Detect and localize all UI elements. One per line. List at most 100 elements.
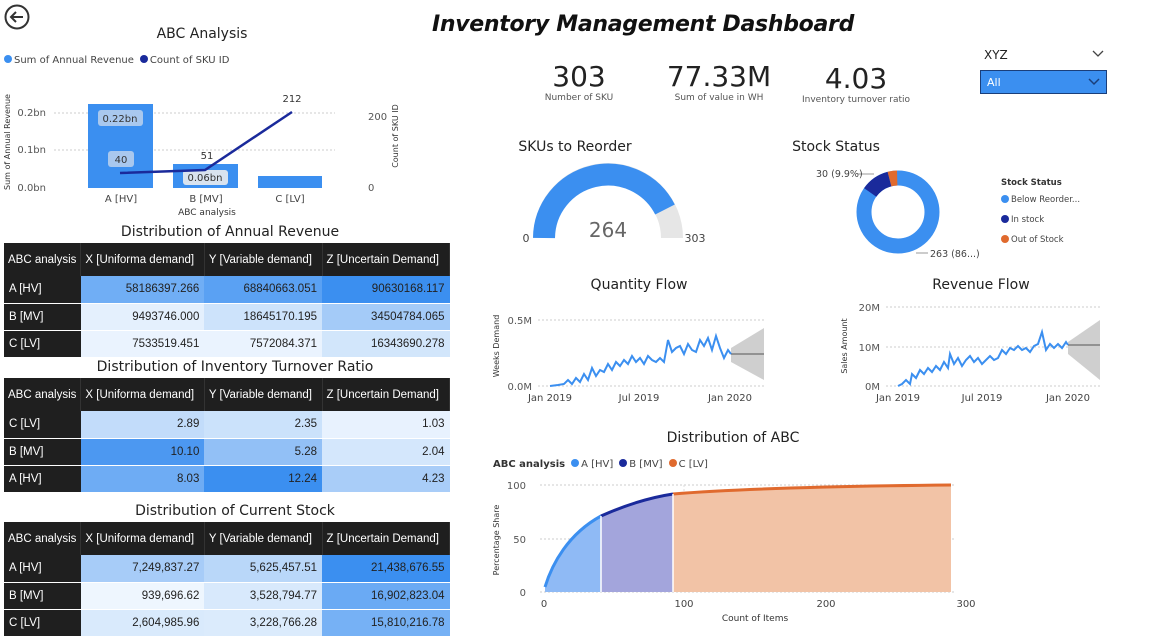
x-tick-label: A [HV]: [105, 194, 137, 205]
y-axis-label: Weeks Demand: [492, 315, 501, 378]
x-tick-label: Jul 2019: [618, 393, 660, 404]
revenue-table-title: Distribution of Annual Revenue: [120, 224, 340, 240]
column-header[interactable]: X [Uniforma demand]: [80, 243, 205, 276]
table-cell: 939,696.62: [80, 582, 205, 610]
x-tick-label: Jan 2019: [527, 393, 572, 404]
legend-dot: [571, 459, 580, 467]
table-row: B [MV] 10.10 5.28 2.04: [4, 438, 450, 466]
column-header[interactable]: ABC analysis: [4, 522, 82, 555]
table-cell: 7533519.451: [80, 330, 205, 358]
x-tick-label: 200: [816, 599, 835, 610]
table-cell: 15,810,216.78: [322, 609, 450, 637]
line-data-label: 51: [201, 151, 214, 162]
back-arrow-icon[interactable]: [4, 4, 30, 30]
table-row: C [LV] 2,604,985.96 3,228,766.28 15,810,…: [4, 609, 450, 637]
turnover-distribution-table: ABC analysis X [Uniforma demand] Y [Vari…: [4, 378, 450, 493]
y-tick-label: 20M: [859, 303, 880, 314]
kpi-label: Sum of value in WH: [674, 93, 764, 103]
kpi-value: 303: [552, 60, 606, 93]
table-cell: 2.89: [80, 411, 205, 439]
area-a-hv[interactable]: [545, 516, 601, 592]
column-header[interactable]: Y [Variable demand]: [204, 522, 323, 555]
y-tick-label: 10M: [859, 343, 880, 354]
table-row: C [LV] 2.89 2.35 1.03: [4, 411, 450, 439]
kpi-value: 77.33M: [666, 60, 772, 93]
kpi-label: Number of SKU: [544, 93, 614, 103]
column-header[interactable]: Z [Uncertain Demand]: [322, 378, 450, 411]
chevron-down-icon[interactable]: [1092, 50, 1104, 58]
table-cell: 9493746.000: [80, 303, 205, 331]
turnover-table-title: Distribution of Inventory Turnover Ratio: [96, 359, 374, 375]
table-row: C [LV] 7533519.451 7572084.371 16343690.…: [4, 330, 450, 358]
table-cell: 1.03: [322, 411, 450, 439]
gauge-value: 264: [589, 218, 627, 242]
stock-distribution-table: ABC analysis X [Uniforma demand] Y [Vari…: [4, 522, 450, 637]
legend-label: Sum of Annual Revenue: [14, 55, 134, 66]
revenue-flow-title: Revenue Flow: [932, 277, 1030, 293]
row-header: C [LV]: [4, 609, 81, 637]
x-axis-label: Count of Items: [722, 614, 789, 624]
kpi-turnover-ratio: 4.03 Inventory turnover ratio: [800, 62, 912, 105]
kpi-label: Inventory turnover ratio: [801, 95, 910, 105]
area-c-lv[interactable]: [673, 485, 951, 592]
table-cell: 12.24: [204, 465, 322, 493]
table-cell: 5,625,457.51: [204, 555, 322, 583]
column-header[interactable]: X [Uniforma demand]: [80, 378, 205, 411]
column-header[interactable]: Y [Variable demand]: [204, 378, 323, 411]
x-tick-label: Jan 2020: [707, 393, 752, 404]
table-cell: 2.04: [322, 438, 450, 466]
x-tick-label: Jul 2019: [961, 393, 1003, 404]
quantity-flow-title: Quantity Flow: [590, 277, 688, 293]
quantity-flow-line: [549, 332, 732, 387]
xyz-slicer-dropdown[interactable]: All: [980, 70, 1107, 94]
donut-label: 30 (9.9%): [816, 169, 863, 180]
x-tick-label: 100: [674, 599, 693, 610]
table-row: B [MV] 9493746.000 18645170.195 34504784…: [4, 303, 450, 331]
table-cell: 16343690.278: [322, 330, 450, 358]
y-tick-label: 0.0bn: [17, 183, 46, 194]
table-cell: 7,249,837.27: [80, 555, 205, 583]
x-tick-label: 300: [956, 599, 975, 610]
bar-c-lv[interactable]: [258, 176, 322, 188]
abc-analysis-chart: Sum of Annual Revenue Count of SKU ID 0.…: [3, 94, 400, 218]
column-header[interactable]: Z [Uncertain Demand]: [322, 243, 450, 276]
table-row: B [MV] 939,696.62 3,528,794.77 16,902,82…: [4, 582, 450, 610]
table-row: A [HV] 7,249,837.27 5,625,457.51 21,438,…: [4, 555, 450, 583]
legend-title: ABC analysis: [493, 459, 566, 470]
y-tick-label: 100: [507, 481, 526, 492]
column-header[interactable]: ABC analysis: [4, 243, 82, 276]
donut-segment-out-of-stock[interactable]: [887, 170, 898, 187]
legend-label: Out of Stock: [1011, 235, 1064, 245]
stock-status-donut: 30 (9.9%) 263 (86...) Stock Status Below…: [816, 169, 1080, 260]
legend-label: In stock: [1011, 215, 1044, 225]
table-cell: 16,902,823.04: [322, 582, 450, 610]
area-b-mv[interactable]: [601, 494, 673, 592]
column-header[interactable]: ABC analysis: [4, 378, 82, 411]
y-tick-label: 0: [520, 588, 526, 599]
reorder-gauge-title: SKUs to Reorder: [518, 139, 632, 155]
abc-chart-legend: Sum of Annual Revenue Count of SKU ID: [4, 55, 229, 66]
kpi-number-of-sku: 303 Number of SKU: [534, 60, 624, 103]
legend-label: Count of SKU ID: [149, 55, 230, 66]
table-cell: 4.23: [322, 465, 450, 493]
column-header[interactable]: Y [Variable demand]: [204, 243, 323, 276]
row-header: C [LV]: [4, 330, 81, 358]
table-cell: 68840663.051: [204, 276, 322, 304]
kpi-value: 4.03: [824, 62, 888, 95]
x-tick-label: Jan 2020: [1045, 393, 1090, 404]
column-header[interactable]: X [Uniforma demand]: [80, 522, 205, 555]
y-axis-label: Sales Amount: [840, 318, 849, 373]
donut-segment-in-stock[interactable]: [864, 171, 892, 198]
revenue-flow-chart: Sales Amount 20M 10M 0M Jan 2019 Jul 201…: [840, 303, 1101, 404]
column-header[interactable]: Z [Uncertain Demand]: [322, 522, 450, 555]
y-tick-label: 50: [513, 535, 526, 546]
legend-dot: [668, 459, 677, 467]
y-tick-label: 0.5M: [507, 316, 532, 327]
row-header: A [HV]: [4, 276, 81, 304]
x-tick-label: 0: [541, 599, 547, 610]
table-cell: 58186397.266: [80, 276, 205, 304]
abc-chart-title: ABC Analysis: [156, 26, 248, 42]
table-row: A [HV] 58186397.266 68840663.051 9063016…: [4, 276, 450, 304]
row-header: B [MV]: [4, 438, 81, 466]
legend-label: Below Reorder...: [1011, 195, 1080, 205]
